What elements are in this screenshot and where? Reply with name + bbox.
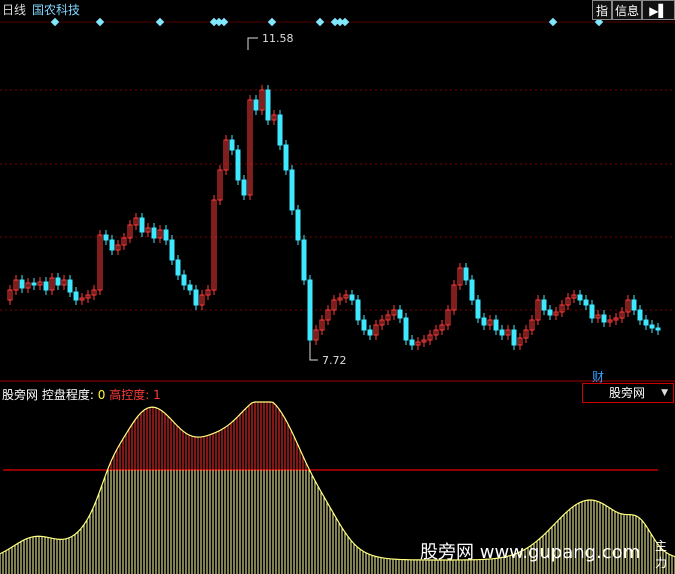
- candle-body: [265, 89, 271, 121]
- watermark-edge: 主力: [655, 539, 668, 570]
- candle-body: [397, 309, 403, 319]
- candle-body: [289, 169, 295, 211]
- candle-body: [181, 274, 187, 286]
- top-bar: 日线 国农科技 指 信息 ▶▌: [0, 0, 675, 22]
- ctrl-value: 0: [97, 388, 106, 402]
- high-callout-line: [247, 37, 258, 50]
- indicator-curve: [0, 401, 675, 561]
- candle-body: [253, 99, 259, 111]
- high-price-label: 11.58: [262, 32, 294, 45]
- indicator-header: 股旁网 控盘程度: 0 高控度: 1: [0, 383, 675, 405]
- candle-body: [469, 279, 475, 301]
- low-price-label: 7.72: [322, 354, 347, 367]
- candle-body: [577, 294, 583, 301]
- candle-body: [307, 279, 313, 341]
- candle-body: [67, 279, 73, 293]
- candle-body: [283, 144, 289, 171]
- indicator-name: 股旁网: [2, 388, 39, 402]
- indicator-select[interactable]: 股旁网 ▼: [582, 383, 674, 403]
- candle-body: [55, 277, 61, 286]
- candle-body: [409, 339, 415, 346]
- candle-body: [475, 299, 481, 319]
- candle-body: [109, 239, 115, 251]
- candle-body: [187, 284, 193, 291]
- candle-body: [499, 329, 505, 336]
- candle-body: [301, 239, 307, 281]
- stock-name[interactable]: 国农科技: [32, 3, 80, 17]
- candle-body: [655, 327, 661, 331]
- info-button[interactable]: 信息: [612, 0, 642, 20]
- candle-body: [493, 319, 499, 331]
- candle-body: [19, 279, 25, 289]
- high-ctrl-label: 高控度:: [109, 388, 150, 402]
- candle-body: [229, 139, 235, 151]
- candle-body: [175, 259, 181, 276]
- candle-body: [511, 329, 517, 346]
- candle-body: [403, 317, 409, 341]
- candle-body: [193, 289, 199, 306]
- candle-body: [169, 239, 175, 261]
- candle-body: [163, 229, 169, 241]
- indicator-select-value: 股旁网: [609, 386, 646, 400]
- low-callout-line: [309, 343, 318, 361]
- candle-body: [241, 179, 247, 196]
- chevron-down-icon: ▼: [661, 388, 668, 398]
- candle-body: [649, 324, 655, 329]
- candle-body: [139, 217, 145, 233]
- ctrl-label: 控盘程度:: [41, 388, 94, 402]
- indicator-title: 股旁网 控盘程度: 0 高控度: 1: [2, 386, 161, 403]
- candle-body: [367, 329, 373, 336]
- candle-body: [463, 267, 469, 281]
- candle-body: [295, 209, 301, 241]
- candle-body: [31, 282, 37, 286]
- candle-body: [349, 294, 355, 301]
- candle-body: [361, 319, 367, 331]
- candle-body: [43, 281, 49, 291]
- candle-body: [355, 299, 361, 321]
- candle-body: [631, 299, 637, 311]
- candle-body: [481, 317, 487, 326]
- watermark: 股旁网 www.gupang.com: [420, 542, 641, 563]
- period-label[interactable]: 日线: [2, 3, 26, 17]
- candle-body: [541, 299, 547, 311]
- play-arrow-icon[interactable]: ▶▌: [642, 0, 675, 20]
- high-ctrl-value: 1: [153, 388, 161, 402]
- candle-body: [547, 309, 553, 316]
- candle-body: [235, 149, 241, 181]
- candle-body: [643, 319, 649, 326]
- candle-body: [73, 291, 79, 301]
- candle-body: [583, 299, 589, 306]
- candle-body: [637, 309, 643, 321]
- candle-body: [103, 234, 109, 241]
- candle-body: [151, 227, 157, 239]
- price-chart[interactable]: 11.58 7.72: [0, 0, 675, 574]
- candle-body: [589, 304, 595, 319]
- candle-body: [601, 314, 607, 323]
- candle-body: [277, 114, 283, 146]
- index-button[interactable]: 指: [592, 0, 612, 20]
